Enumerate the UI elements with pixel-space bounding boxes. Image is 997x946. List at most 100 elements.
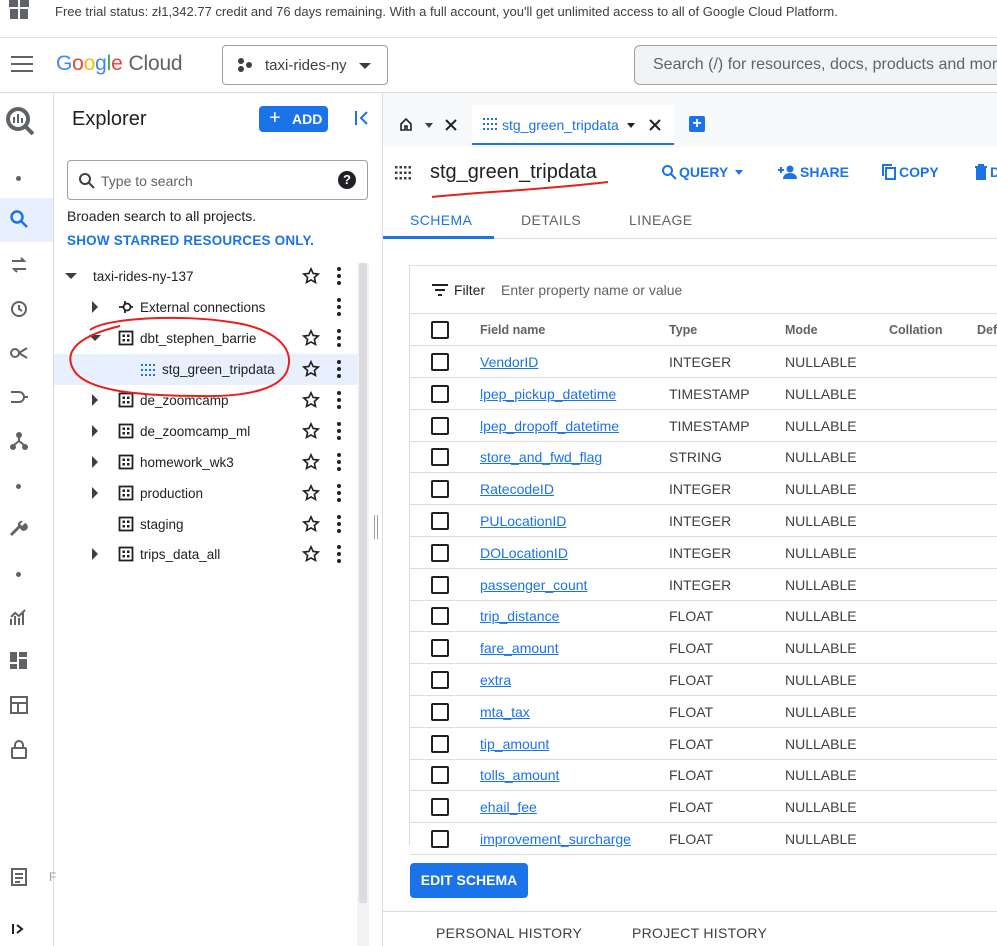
field-name-link[interactable]: passenger_count <box>480 577 587 593</box>
schema-filter[interactable]: Filter Enter property name or value <box>410 266 997 314</box>
more-options-icon[interactable] <box>336 515 342 533</box>
chevron-down-icon[interactable] <box>65 273 77 279</box>
row-checkbox[interactable] <box>431 607 449 626</box>
row-checkbox[interactable] <box>431 798 449 817</box>
row-checkbox[interactable] <box>431 671 449 689</box>
tree-item-dataset-homework-wk3[interactable]: homework_wk3 <box>54 447 357 478</box>
explorer-search-input[interactable]: Type to search ? <box>67 160 368 200</box>
tab-stg-green-tripdata[interactable]: stg_green_tripdata <box>472 105 674 145</box>
table-icon[interactable] <box>9 695 29 715</box>
tree-item-dataset-de-zoomcamp-ml[interactable]: de_zoomcamp_ml <box>54 416 357 447</box>
field-name-link[interactable]: tolls_amount <box>480 767 559 783</box>
table-row[interactable]: improvement_surcharge FLOAT NULLABLE <box>410 823 997 855</box>
transfer-icon[interactable] <box>9 255 29 275</box>
row-checkbox[interactable] <box>431 543 449 562</box>
star-icon[interactable] <box>302 391 320 409</box>
monitoring-icon[interactable] <box>9 607 29 627</box>
delete-button[interactable]: D <box>974 164 997 180</box>
field-name-link[interactable]: tip_amount <box>480 736 549 752</box>
table-row[interactable]: VendorID INTEGER NULLABLE <box>410 346 997 378</box>
chevron-right-icon[interactable] <box>92 301 98 313</box>
chevron-down-icon[interactable] <box>425 123 433 128</box>
row-checkbox[interactable] <box>431 766 449 785</box>
table-row[interactable]: PULocationID INTEGER NULLABLE <box>410 505 997 537</box>
table-row[interactable]: lpep_pickup_datetime TIMESTAMP NULLABLE <box>410 378 997 410</box>
star-icon[interactable] <box>302 329 320 347</box>
more-options-icon[interactable] <box>336 391 342 409</box>
table-row[interactable]: store_and_fwd_flag STRING NULLABLE <box>410 441 997 474</box>
new-tab-icon[interactable]: + <box>689 116 705 132</box>
expand-rail-icon[interactable] <box>11 921 27 937</box>
field-name-link[interactable]: mta_tax <box>480 704 530 720</box>
collapse-panel-icon[interactable] <box>353 109 371 127</box>
menu-icon[interactable] <box>11 56 33 74</box>
chevron-right-icon[interactable] <box>92 425 98 437</box>
table-row[interactable]: ehail_fee FLOAT NULLABLE <box>410 791 997 824</box>
table-row[interactable]: passenger_count INTEGER NULLABLE <box>410 569 997 601</box>
column-header-collation[interactable]: Collation <box>889 323 942 337</box>
field-name-link[interactable]: PULocationID <box>480 513 566 529</box>
more-options-icon[interactable] <box>336 267 342 285</box>
more-options-icon[interactable] <box>336 484 342 502</box>
table-row[interactable]: lpep_dropoff_datetime TIMESTAMP NULLABLE <box>410 410 997 442</box>
wrench-icon[interactable] <box>9 519 29 539</box>
field-name-link[interactable]: lpep_dropoff_datetime <box>480 418 619 434</box>
tab-details[interactable]: DETAILS <box>521 212 581 228</box>
tree-scrollbar[interactable] <box>357 263 369 946</box>
column-header-type[interactable]: Type <box>669 323 697 337</box>
field-name-link[interactable]: lpep_pickup_datetime <box>480 386 616 402</box>
query-button[interactable]: QUERY <box>661 164 743 180</box>
more-options-icon[interactable] <box>336 329 342 347</box>
tree-item-dataset-trips-data-all[interactable]: trips_data_all <box>54 539 357 570</box>
global-search-input[interactable]: Search (/) for resources, docs, products… <box>634 45 997 85</box>
row-checkbox[interactable] <box>431 480 449 499</box>
star-icon[interactable] <box>302 422 320 440</box>
table-row[interactable]: extra FLOAT NULLABLE <box>410 664 997 696</box>
tree-item-dataset-staging[interactable]: staging <box>54 509 357 540</box>
field-name-link[interactable]: store_and_fwd_flag <box>480 449 602 465</box>
tab-personal-history[interactable]: PERSONAL HISTORY <box>436 925 582 941</box>
select-all-checkbox[interactable] <box>431 321 449 339</box>
tree-item-dataset-dbt-stephen-barrie[interactable]: dbt_stephen_barrie <box>54 323 357 354</box>
release-notes-icon[interactable] <box>9 867 29 887</box>
field-name-link[interactable]: DOLocationID <box>480 545 568 561</box>
tree-item-project[interactable]: taxi-rides-ny-137 <box>54 261 357 292</box>
close-icon[interactable] <box>444 118 458 132</box>
google-cloud-logo[interactable]: Google Cloud <box>56 52 183 76</box>
field-name-link[interactable]: ehail_fee <box>480 799 537 815</box>
column-header-mode[interactable]: Mode <box>785 323 818 337</box>
field-name-link[interactable]: extra <box>480 672 511 688</box>
row-checkbox[interactable] <box>431 384 449 403</box>
field-name-link[interactable]: VendorID <box>480 354 538 370</box>
tree-item-table-stg-green-tripdata[interactable]: stg_green_tripdata <box>54 354 357 385</box>
table-row[interactable]: tolls_amount FLOAT NULLABLE <box>410 759 997 792</box>
field-name-link[interactable]: RatecodeID <box>480 481 554 497</box>
dashboard-icon[interactable] <box>9 651 29 671</box>
row-checkbox[interactable] <box>431 416 449 435</box>
clock-icon[interactable] <box>9 299 29 319</box>
add-button[interactable]: + ADD <box>259 106 328 132</box>
row-checkbox[interactable] <box>431 639 449 658</box>
field-name-link[interactable]: fare_amount <box>480 640 559 656</box>
row-checkbox[interactable] <box>431 702 449 721</box>
row-checkbox[interactable] <box>431 734 449 753</box>
tree-item-dataset-production[interactable]: production <box>54 478 357 509</box>
chevron-down-icon[interactable] <box>89 335 101 341</box>
column-header-default[interactable]: Def <box>977 323 997 337</box>
field-name-link[interactable]: trip_distance <box>480 608 559 624</box>
panel-resize-handle[interactable] <box>374 515 378 539</box>
analytics-hub-icon[interactable] <box>9 343 29 363</box>
more-options-icon[interactable] <box>336 360 342 378</box>
tree-item-dataset-de-zoomcamp[interactable]: de_zoomcamp <box>54 385 357 416</box>
more-options-icon[interactable] <box>336 545 342 563</box>
dataform-icon[interactable] <box>9 431 29 451</box>
help-icon[interactable]: ? <box>338 171 356 189</box>
bigquery-icon[interactable] <box>4 105 36 137</box>
field-name-link[interactable]: improvement_surcharge <box>480 831 631 847</box>
chevron-right-icon[interactable] <box>92 487 98 499</box>
row-checkbox[interactable] <box>431 448 449 467</box>
table-row[interactable]: DOLocationID INTEGER NULLABLE <box>410 537 997 569</box>
star-icon[interactable] <box>302 484 320 502</box>
row-checkbox[interactable] <box>431 512 449 530</box>
table-row[interactable]: RatecodeID INTEGER NULLABLE <box>410 473 997 506</box>
